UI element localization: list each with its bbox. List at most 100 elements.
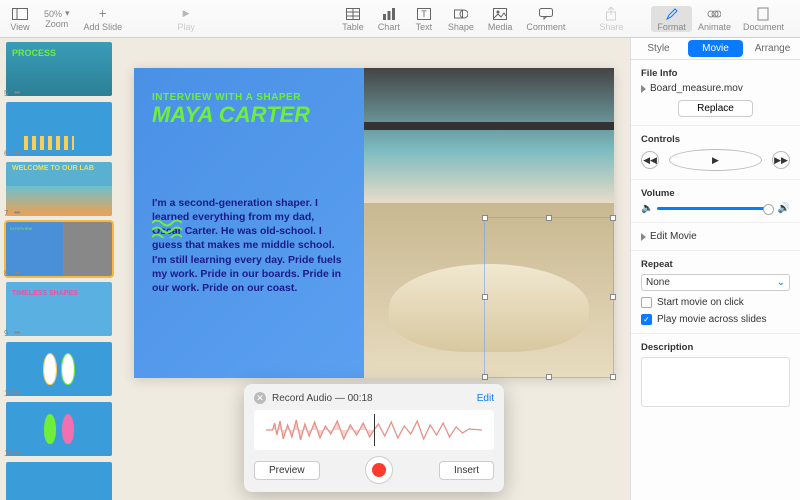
toolbar-text[interactable]: TText [414,6,434,32]
resize-handle[interactable] [610,374,616,380]
description-section: Description [631,334,800,415]
slide-thumb-5[interactable]: 5••• [6,42,112,96]
slide-thumb-12[interactable] [6,462,112,500]
comment-icon [536,6,556,22]
edit-movie-disclosure[interactable]: Edit Movie [641,231,790,242]
edit-button[interactable]: Edit [477,393,494,404]
tab-arrange[interactable]: Arrange [745,38,800,59]
toolbar-shape-label: Shape [448,22,474,32]
toolbar: View 50%▾ Zoom ＋ Add Slide ▶ Play Table … [0,0,800,38]
document-icon [753,6,773,22]
toolbar-animate[interactable]: Animate [692,6,737,32]
playhead[interactable] [374,414,375,446]
tab-style[interactable]: Style [631,38,686,59]
toolbar-format[interactable]: Format [651,6,692,32]
toolbar-document[interactable]: Document [737,6,790,32]
brush-icon [662,6,682,22]
volume-max-icon: 🔊 [778,203,790,214]
toolbar-document-label: Document [743,22,784,32]
wave-decoration-icon [152,218,182,238]
toolbar-comment[interactable]: Comment [526,6,565,32]
play-icon: ▶ [176,6,196,22]
tab-movie[interactable]: Movie [688,40,743,57]
disclosure-triangle-icon [641,233,646,241]
chevron-down-icon: ▾ [65,8,70,19]
resize-handle[interactable] [610,294,616,300]
toolbar-chart-label: Chart [378,22,400,32]
record-button[interactable] [365,456,393,484]
close-icon[interactable]: ✕ [254,392,266,404]
resize-handle[interactable] [546,374,552,380]
disclosure-triangle-icon[interactable] [641,85,646,93]
play-button[interactable]: ▶ [669,149,762,171]
insert-button[interactable]: Insert [439,461,494,480]
plus-icon: ＋ [93,6,113,22]
play-across-row[interactable]: ✓Play movie across slides [641,314,790,325]
repeat-section: Repeat None⌄ Start movie on click ✓Play … [631,251,800,334]
slide-text-panel[interactable]: INTERVIEW WITH A SHAPER MAYA CARTER I'm … [134,68,364,378]
shape-icon [451,6,471,22]
rewind-button[interactable]: ◀◀ [641,151,659,169]
toolbar-view-label: View [10,22,29,32]
zoom-value: 50% [44,9,62,19]
replace-button[interactable]: Replace [678,100,753,117]
toolbar-shape[interactable]: Shape [448,6,474,32]
current-slide[interactable]: INTERVIEW WITH A SHAPER MAYA CARTER I'm … [134,68,614,378]
file-info-label: File Info [641,68,790,79]
volume-slider[interactable] [657,207,773,210]
slide-navigator[interactable]: 5••• 6••• 7••• 8••• 9••• 10••• 11••• [0,38,118,500]
toolbar-share-label: Share [599,22,623,32]
table-icon [343,6,363,22]
description-textarea[interactable] [641,357,790,407]
toolbar-media-label: Media [488,22,513,32]
edit-movie-section: Edit Movie [631,223,800,251]
repeat-select[interactable]: None⌄ [641,274,790,291]
resize-handle[interactable] [482,215,488,221]
toolbar-zoom[interactable]: 50%▾ Zoom [44,8,70,29]
movie-filename: Board_measure.mov [650,83,743,94]
text-icon: T [414,6,434,22]
toolbar-zoom-label: Zoom [45,19,68,29]
toolbar-add-slide[interactable]: ＋ Add Slide [84,6,123,32]
volume-min-icon: 🔈 [641,203,653,214]
volume-label: Volume [641,188,790,199]
slide-heading[interactable]: MAYA CARTER [152,105,346,126]
slide-thumb-11[interactable]: 11••• [6,402,112,456]
toolbar-chart[interactable]: Chart [378,6,400,32]
toolbar-text-label: Text [416,22,433,32]
slide-canvas[interactable]: INTERVIEW WITH A SHAPER MAYA CARTER I'm … [118,38,630,500]
toolbar-view[interactable]: View [10,6,30,32]
chart-icon [379,6,399,22]
resize-handle[interactable] [610,215,616,221]
preview-button[interactable]: Preview [254,461,320,480]
slide-thumb-9[interactable]: 9••• [6,282,112,336]
toolbar-animate-label: Animate [698,22,731,32]
start-on-click-row[interactable]: Start movie on click [641,297,790,308]
toolbar-table[interactable]: Table [342,6,364,32]
audio-waveform[interactable] [254,410,494,450]
format-inspector: Style Movie Arrange File Info Board_meas… [630,38,800,500]
toolbar-play[interactable]: ▶ Play [176,6,196,32]
slide-image-top[interactable] [364,68,614,203]
slide-body-text[interactable]: I'm a second-generation shaper. I learne… [152,196,346,295]
slide-thumb-8[interactable]: 8••• [6,222,112,276]
toolbar-comment-label: Comment [526,22,565,32]
resize-handle[interactable] [482,374,488,380]
checkbox[interactable]: ✓ [641,314,652,325]
toolbar-media[interactable]: Media [488,6,513,32]
repeat-label: Repeat [641,259,790,270]
dropdown-icon: ⌄ [777,277,785,288]
toolbar-add-slide-label: Add Slide [84,22,123,32]
forward-button[interactable]: ▶▶ [772,151,790,169]
record-audio-title: Record Audio — 00:18 [272,393,477,404]
selection-outline [484,217,614,378]
slide-thumb-7[interactable]: 7••• [6,162,112,216]
resize-handle[interactable] [546,215,552,221]
slide-thumb-6[interactable]: 6••• [6,102,112,156]
toolbar-play-label: Play [177,22,195,32]
slide-thumb-10[interactable]: 10••• [6,342,112,396]
record-audio-popover[interactable]: ✕ Record Audio — 00:18 Edit Preview Inse… [244,384,504,492]
toolbar-share[interactable]: Share [599,6,623,32]
resize-handle[interactable] [482,294,488,300]
checkbox[interactable] [641,297,652,308]
